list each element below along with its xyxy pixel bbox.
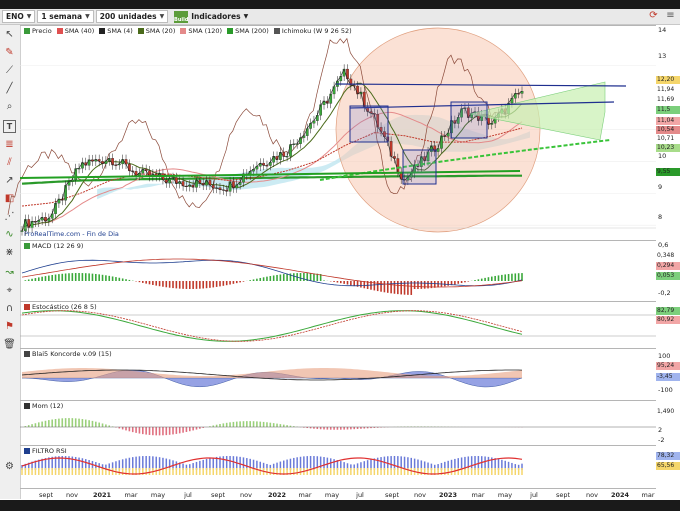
- rsi-scale[interactable]: 78,32 65,56: [656, 445, 680, 488]
- pattern-box: [450, 101, 488, 139]
- macd-scale[interactable]: 0,6 -0,2 0,348 0,294 0,053: [656, 240, 680, 301]
- time-axis-label: 2024: [610, 491, 630, 499]
- scale-tick: 0,6: [658, 241, 669, 249]
- candle: [30, 221, 34, 229]
- scale-tick: 14: [658, 26, 667, 34]
- candle: [20, 230, 24, 232]
- value-box: 65,56: [656, 462, 680, 470]
- candle: [175, 177, 178, 184]
- value-box: 80,92: [656, 316, 680, 324]
- candle: [64, 185, 67, 201]
- candle: [389, 141, 393, 157]
- candle: [289, 144, 292, 157]
- time-axis-label: jul: [356, 491, 364, 499]
- chart-canvas[interactable]: [0, 0, 680, 511]
- price-scale[interactable]: 141311109812,2011,9411,6911,511,0410,541…: [656, 25, 680, 240]
- candle: [332, 86, 336, 95]
- candle: [329, 93, 333, 104]
- value-box: 10,71: [656, 135, 680, 143]
- scale-tick: 9: [658, 183, 663, 191]
- macd-signal-line: [21, 258, 523, 288]
- value-box: 78,32: [656, 452, 680, 460]
- time-axis-label: nov: [66, 491, 78, 499]
- time-axis-label: may: [324, 491, 340, 499]
- time-axis-label: jul: [184, 491, 192, 499]
- scale-tick: -100: [658, 386, 673, 394]
- time-axis-label: mar: [298, 491, 312, 499]
- time-axis-label: 2021: [92, 491, 112, 499]
- value-box: 11,5: [656, 106, 680, 114]
- time-axis-label: nov: [240, 491, 252, 499]
- candle: [87, 159, 91, 166]
- candle: [440, 135, 443, 149]
- candle: [362, 91, 366, 108]
- scale-tick: -2: [658, 436, 665, 444]
- window-bottom-bar: [0, 500, 680, 511]
- value-box: 10,23: [656, 144, 680, 152]
- time-axis-label: may: [150, 491, 166, 499]
- time-axis-label: nov: [414, 491, 426, 499]
- momentum-scale[interactable]: 2 -2 1,490: [656, 400, 680, 445]
- scale-tick: 13: [658, 52, 667, 60]
- candle: [346, 68, 349, 80]
- value-box: -3,45: [656, 373, 680, 381]
- value-box: 11,69: [656, 96, 680, 104]
- candle: [54, 202, 57, 214]
- value-box: 82,79: [656, 307, 680, 315]
- time-axis-label: mar: [124, 491, 138, 499]
- macd-line: [21, 259, 523, 287]
- value-box: 12,20: [656, 76, 680, 84]
- scale-tick: 10: [658, 152, 667, 160]
- value-box: 11,94: [656, 86, 680, 94]
- time-axis-label: may: [497, 491, 513, 499]
- time-axis-label: sept: [38, 491, 54, 499]
- scale-tick: 2: [658, 426, 663, 434]
- stochastic-scale[interactable]: 82,79 80,92: [656, 301, 680, 348]
- value-box: 0,294: [656, 262, 680, 270]
- stochastic-k-line: [21, 310, 523, 342]
- scale-tick: 100: [658, 352, 671, 360]
- candle: [356, 85, 359, 95]
- scale-tick: -0,2: [658, 289, 671, 297]
- time-axis-label: mar: [471, 491, 485, 499]
- value-box: 10,54: [656, 126, 680, 134]
- value-box: 0,053: [656, 272, 680, 280]
- pattern-box: [349, 105, 389, 143]
- pattern-box: [402, 149, 437, 185]
- rsi-line: [21, 457, 523, 475]
- candle: [319, 104, 323, 116]
- value-box: 9,55: [656, 168, 680, 176]
- value-box: 11,04: [656, 117, 680, 125]
- time-axis-label: jul: [530, 491, 538, 499]
- value-box: 1,490: [656, 408, 680, 416]
- koncorde-brown-area: [22, 368, 522, 378]
- time-axis-label: nov: [586, 491, 598, 499]
- time-axis-label: 2022: [267, 491, 287, 499]
- scale-tick: 8: [658, 213, 663, 221]
- koncorde-scale[interactable]: 100 -100 95,24 -3,45: [656, 348, 680, 400]
- value-box: 0,348: [656, 252, 680, 260]
- candle: [299, 137, 302, 144]
- time-axis-label: mar: [641, 491, 655, 499]
- time-axis-label: 2023: [438, 491, 458, 499]
- time-axis-label: sept: [555, 491, 571, 499]
- time-axis-label: sept: [210, 491, 226, 499]
- time-axis-label: sept: [384, 491, 400, 499]
- value-box: 95,24: [656, 362, 680, 370]
